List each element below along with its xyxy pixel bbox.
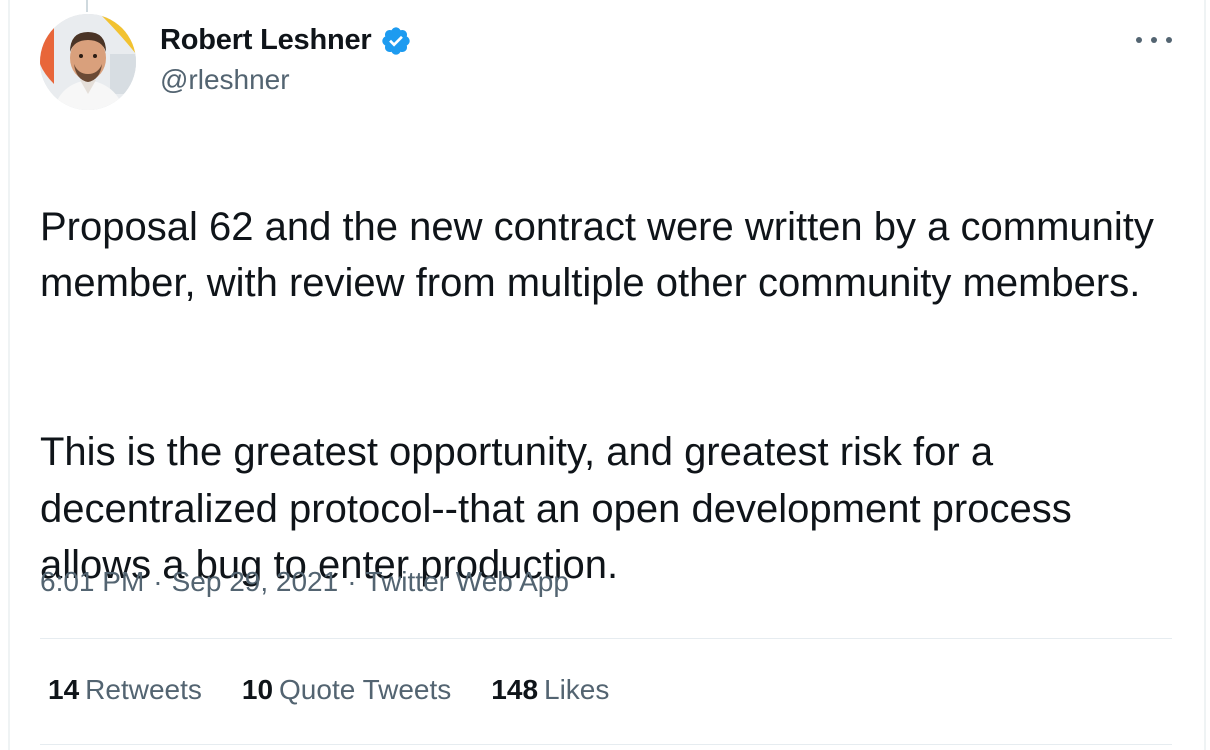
divider <box>40 744 1172 745</box>
quote-tweets-stat[interactable]: 10 Quote Tweets <box>242 674 451 706</box>
separator-dot: · <box>153 566 163 597</box>
tweet-source[interactable]: Twitter Web App <box>366 566 569 598</box>
like-label: Likes <box>544 674 610 705</box>
author-name-row[interactable]: Robert Leshner <box>160 24 412 57</box>
more-horizontal-icon <box>1136 37 1142 43</box>
like-count: 148 <box>491 674 539 705</box>
likes-stat[interactable]: 148 Likes <box>491 674 609 706</box>
right-border <box>1204 0 1206 750</box>
author-display-name[interactable]: Robert Leshner <box>160 24 372 57</box>
tweet-paragraph: Proposal 62 and the new contract were wr… <box>40 204 1154 306</box>
separator-dot: · <box>347 566 357 597</box>
more-options-button[interactable] <box>1136 28 1172 52</box>
author-handle[interactable]: @rleshner <box>160 64 290 96</box>
engagement-stats: 14 Retweets 10 Quote Tweets 148 Likes <box>48 674 649 706</box>
tweet-date[interactable]: Sep 29, 2021 <box>172 566 339 598</box>
retweets-stat[interactable]: 14 Retweets <box>48 674 202 706</box>
left-border <box>8 0 10 750</box>
avatar[interactable] <box>40 14 136 110</box>
quote-tweet-count: 10 <box>241 674 274 705</box>
retweet-label: Retweets <box>85 674 202 705</box>
retweet-count: 14 <box>48 674 80 705</box>
tweet-time[interactable]: 6:01 PM <box>40 566 144 598</box>
verified-badge-icon <box>381 26 410 55</box>
tweet-metadata: 6:01 PM · Sep 29, 2021 · Twitter Web App <box>40 566 569 598</box>
divider <box>40 638 1172 639</box>
more-horizontal-icon <box>1151 37 1157 43</box>
more-horizontal-icon <box>1166 37 1172 43</box>
thread-line <box>86 0 88 12</box>
avatar-image <box>40 14 136 110</box>
quote-tweet-label: Quote Tweets <box>279 674 452 705</box>
